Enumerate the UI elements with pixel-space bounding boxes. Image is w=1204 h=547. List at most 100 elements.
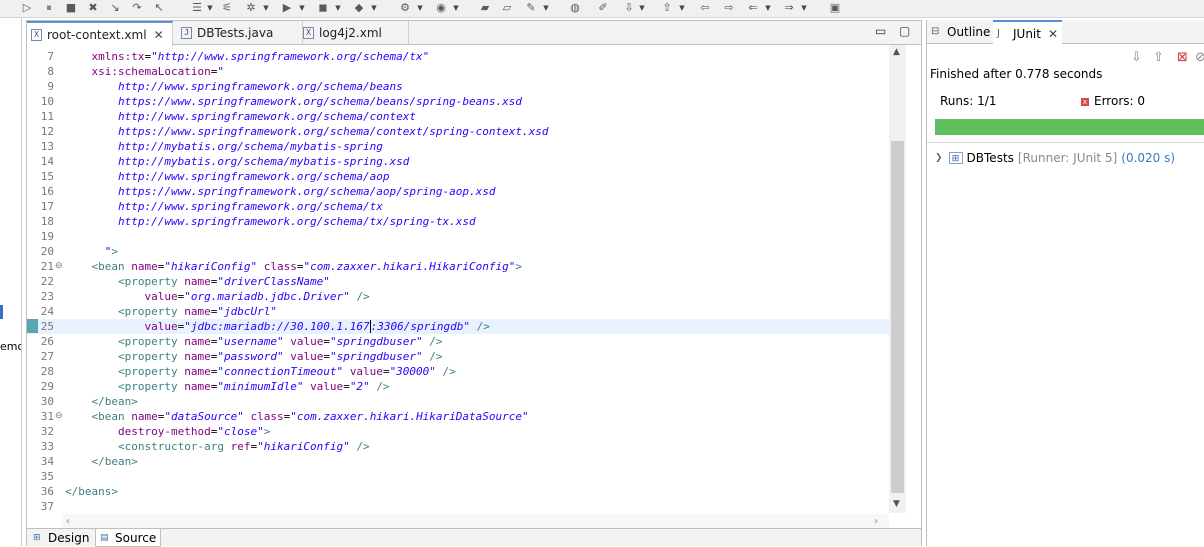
code-line[interactable]: 14 http://mybatis.org/schema/mybatis-spr… [27, 154, 889, 169]
chevron-down-icon[interactable]: ▼ [370, 1, 378, 15]
code-line[interactable]: 23 value="org.mariadb.jdbc.Driver" /> [27, 289, 889, 304]
scroll-down-icon[interactable]: ▼ [893, 499, 900, 509]
show-failures-icon[interactable]: ⊠ [1177, 50, 1188, 65]
code-line[interactable]: 24 <property name="jdbcUrl" [27, 304, 889, 319]
terminate-icon[interactable]: ■ [64, 1, 78, 15]
test-tree-item[interactable]: ❯ ⊞ DBTests [Runner: JUnit 5] (0.020 s) [935, 151, 1175, 165]
scroll-thumb[interactable] [891, 141, 904, 493]
scroll-up-icon[interactable]: ▲ [893, 47, 900, 57]
tab-source[interactable]: ▤ Source [95, 529, 162, 547]
code-line[interactable]: 30 </bean> [27, 394, 889, 409]
globe-icon[interactable]: ◍ [568, 1, 582, 15]
pen-icon[interactable]: ✎ [524, 1, 538, 15]
chevron-down-icon[interactable]: ▼ [206, 1, 214, 15]
back-icon[interactable]: ⇐ [746, 1, 760, 15]
search-console-icon[interactable]: ☰ [190, 1, 204, 15]
scroll-right-icon[interactable]: › [874, 516, 878, 527]
code-token: ref [230, 440, 251, 453]
chevron-down-icon[interactable]: ▼ [298, 1, 306, 15]
tab-outline[interactable]: ⊟ Outline [927, 20, 994, 44]
minimize-icon[interactable]: ▭ [875, 24, 886, 38]
code-line[interactable]: 19 [27, 229, 889, 244]
chevron-down-icon[interactable]: ▼ [542, 1, 550, 15]
code-line[interactable]: 9 http://www.springframework.org/schema/… [27, 79, 889, 94]
code-line[interactable]: 11 http://www.springframework.org/schema… [27, 109, 889, 124]
code-line[interactable]: 10 https://www.springframework.org/schem… [27, 94, 889, 109]
code-line[interactable]: 8 xsi:schemaLocation=" [27, 64, 889, 79]
tab-root-context-xml[interactable]: X root-context.xml ✕ [27, 21, 173, 46]
code-token: "http://www.springframework.org/schema/t… [151, 50, 430, 63]
tab-junit[interactable]: J JUnit ✕ [993, 20, 1063, 45]
resume-icon[interactable]: ▷ [20, 1, 34, 15]
tab-design[interactable]: ⊞ Design [29, 529, 93, 547]
code-line[interactable]: 18 http://www.springframework.org/schema… [27, 214, 889, 229]
code-token: value [144, 290, 178, 303]
code-line[interactable]: 20 "> [27, 244, 889, 259]
tab-dbtests-java[interactable]: J DBTests.java [177, 21, 303, 45]
code-line[interactable]: 7 xmlns:tx="http://www.springframework.o… [27, 49, 889, 64]
code-area[interactable]: 7 xmlns:tx="http://www.springframework.o… [27, 45, 889, 534]
new-server-icon[interactable]: ⚙ [398, 1, 412, 15]
forward-edit-icon[interactable]: ⇨ [722, 1, 736, 15]
code-line[interactable]: 12 https://www.springframework.org/schem… [27, 124, 889, 139]
code-line[interactable]: 13 http://mybatis.org/schema/mybatis-spr… [27, 139, 889, 154]
code-line[interactable]: 34 </bean> [27, 454, 889, 469]
new-class-icon[interactable]: ◉ [434, 1, 448, 15]
code-line[interactable]: 16 https://www.springframework.org/schem… [27, 184, 889, 199]
code-line[interactable]: 29 <property name="minimumIdle" value="2… [27, 379, 889, 394]
chevron-down-icon[interactable]: ▼ [800, 1, 808, 15]
previous-failure-icon[interactable]: ⇧ [1153, 50, 1164, 65]
tab-log4j2-xml[interactable]: X log4j2.xml [299, 21, 409, 45]
code-line[interactable]: 27 <property name="password" value="spri… [27, 349, 889, 364]
code-line[interactable]: 37 [27, 499, 889, 514]
chevron-right-icon[interactable]: ❯ [935, 153, 943, 163]
debug-icon[interactable]: ✲ [244, 1, 258, 15]
chevron-down-icon[interactable]: ▼ [334, 1, 342, 15]
annotation-icon[interactable]: ✐ [596, 1, 610, 15]
chevron-down-icon[interactable]: ▼ [416, 1, 424, 15]
code-line[interactable]: 15 http://www.springframework.org/schema… [27, 169, 889, 184]
coverage-icon[interactable]: ◼ [316, 1, 330, 15]
fold-toggle-icon[interactable]: ⊖ [55, 411, 63, 421]
step-over-icon[interactable]: ↷ [130, 1, 144, 15]
code-line[interactable]: 28 <property name = "connectionTimeout" va… [27, 364, 889, 379]
suspend-icon[interactable]: ⏸ [42, 1, 56, 15]
next-annotation-icon[interactable]: ⇩ [622, 1, 636, 15]
open-folder-icon[interactable]: ▰ [478, 1, 492, 15]
chevron-down-icon[interactable]: ▼ [764, 1, 772, 15]
close-icon[interactable]: ✕ [1048, 27, 1058, 41]
close-icon[interactable]: ✕ [154, 28, 164, 42]
code-line[interactable]: 36 </beans> [27, 484, 889, 499]
maximize-icon[interactable]: ▢ [899, 24, 910, 38]
step-into-icon[interactable]: ↘ [108, 1, 122, 15]
code-line[interactable]: 22 <property name="driverClassName" [27, 274, 889, 289]
step-return-icon[interactable]: ↖ [152, 1, 166, 15]
disconnect-icon[interactable]: ✖ [86, 1, 100, 15]
toggle-icon[interactable]: ⚟ [220, 1, 234, 15]
chevron-down-icon[interactable]: ▼ [638, 1, 646, 15]
next-failure-icon[interactable]: ⇩ [1131, 50, 1142, 65]
code-line[interactable]: 17 http://www.springframework.org/schema… [27, 199, 889, 214]
pin-editor-icon[interactable]: ▣ [828, 1, 842, 15]
open-type-icon[interactable]: ▱ [500, 1, 514, 15]
external-tools-icon[interactable]: ◆ [352, 1, 366, 15]
fold-toggle-icon[interactable]: ⊖ [55, 261, 63, 271]
code-line[interactable]: 26 <property name="username" value="spri… [27, 334, 889, 349]
code-token: value [290, 350, 324, 363]
scroll-left-icon[interactable]: ‹ [66, 516, 70, 527]
chevron-down-icon[interactable]: ▼ [452, 1, 460, 15]
code-line[interactable]: 21 ⊖ <bean name="hikariConfig" class="com… [27, 259, 889, 274]
last-edit-icon[interactable]: ⇦ [698, 1, 712, 15]
chevron-down-icon[interactable]: ▼ [678, 1, 686, 15]
chevron-down-icon[interactable]: ▼ [262, 1, 270, 15]
forward-icon[interactable]: ⇒ [782, 1, 796, 15]
code-line[interactable]: 35 [27, 469, 889, 484]
code-line[interactable]: 31 ⊖ <bean name="dataSource" class="com.z… [27, 409, 889, 424]
prev-annotation-icon[interactable]: ⇧ [660, 1, 674, 15]
scroll-lock-icon[interactable]: ⊘ [1195, 50, 1204, 65]
code-line[interactable]: 33 <constructor-arg ref="hikariConfig" /… [27, 439, 889, 454]
vertical-scrollbar[interactable]: ▲ ▼ [889, 45, 906, 513]
code-line[interactable]: 25 value="jdbc:mariadb://30.100.1.167:33… [27, 319, 889, 334]
code-line[interactable]: 32 destroy-method="close"> [27, 424, 889, 439]
run-icon[interactable]: ▶ [280, 1, 294, 15]
